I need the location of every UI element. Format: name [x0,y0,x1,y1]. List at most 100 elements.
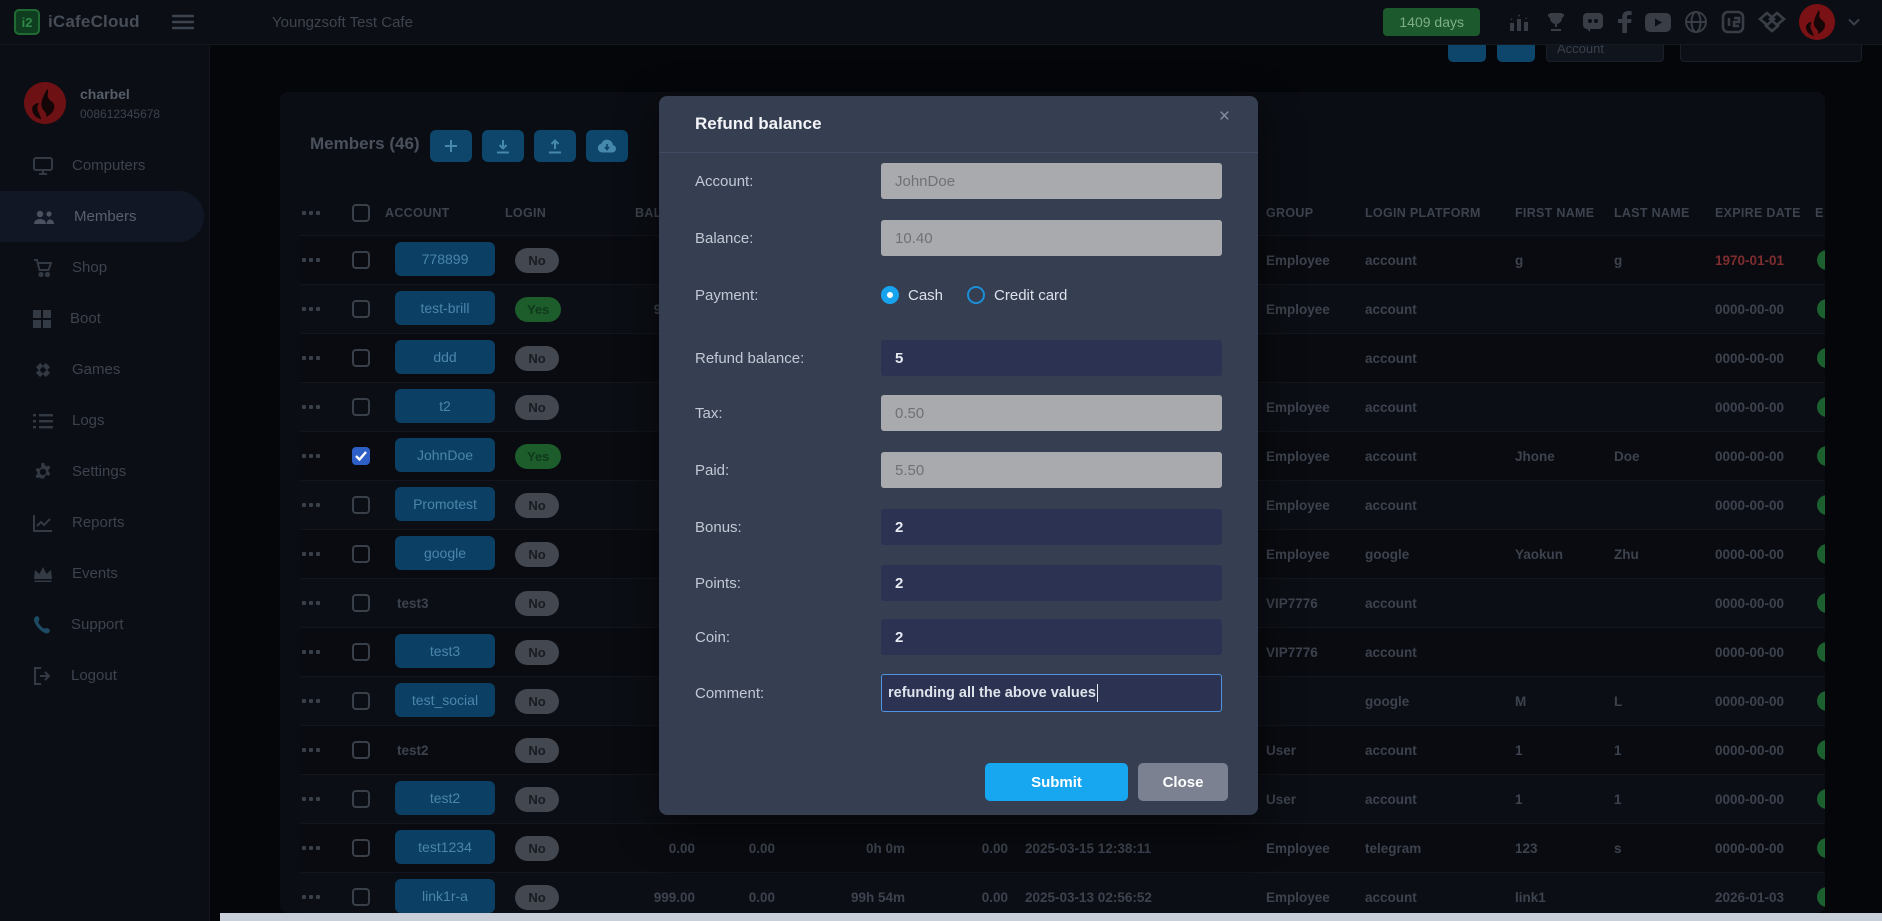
coin-field[interactable] [881,619,1222,655]
row-menu-icon[interactable] [302,211,340,215]
account-button[interactable]: link1r-a [395,878,495,913]
account-button[interactable]: 778899 [395,241,495,276]
account-button[interactable]: test-brill [395,290,495,325]
sidebar-item-label: Events [72,565,118,582]
account-field [881,163,1222,199]
row-checkbox-cell [340,692,385,710]
horizontal-scrollbar[interactable] [220,913,1882,921]
account-button[interactable]: test2 [395,780,495,815]
row-checkbox[interactable] [352,839,370,857]
sidebar-item-settings[interactable]: Settings [0,446,210,497]
export-button[interactable] [534,130,576,162]
youtube-icon[interactable] [1645,12,1671,32]
column-header-group: GROUP [1266,206,1314,220]
login-status-badge: No [515,541,559,567]
submit-button[interactable]: Submit [985,763,1128,801]
sidebar-item-computers[interactable]: Computers [0,140,210,191]
sidebar-item-games[interactable]: Games [0,344,210,395]
account-button[interactable]: ddd [395,339,495,374]
account-button[interactable]: t2 [395,388,495,423]
row-checkbox[interactable] [352,790,370,808]
login-status-badge: No [515,737,559,763]
row-checkbox[interactable] [352,643,370,661]
row-checkbox[interactable] [352,594,370,612]
row-checkbox[interactable] [352,300,370,318]
facebook-icon[interactable] [1618,11,1632,33]
row-menu-icon[interactable] [302,650,340,654]
bonus-field[interactable] [881,509,1222,545]
row-checkbox[interactable] [352,398,370,416]
refund-balance-field[interactable] [881,340,1222,376]
expire-date-cell: 0000-00-00 [1715,546,1785,562]
points-field[interactable] [881,565,1222,601]
row-menu-icon[interactable] [302,258,340,262]
user-name: charbel [80,85,130,102]
account-button[interactable]: test_social [395,682,495,717]
row-checkbox[interactable] [352,447,370,465]
sidebar-item-support[interactable]: Support [0,599,210,650]
row-menu-icon[interactable] [302,895,340,899]
last-name-cell: Doe [1614,448,1640,464]
comment-field[interactable]: refunding all the above values [881,674,1222,712]
first-name-cell: 123 [1515,840,1538,856]
row-menu-icon[interactable] [302,552,340,556]
header-checkbox-cell[interactable] [340,204,385,222]
chevron-down-icon[interactable] [1848,18,1860,26]
sidebar-item-events[interactable]: Events [0,548,210,599]
icafecloud-mini-icon[interactable] [1721,10,1745,34]
import-button[interactable] [482,130,524,162]
login-cell: No [505,590,575,616]
credit-card-radio[interactable] [967,286,986,304]
login-status-badge: No [515,492,559,518]
row-menu-icon[interactable] [302,356,340,360]
ranking-icon[interactable] [1507,10,1531,34]
group-cell: Employee [1266,399,1330,415]
row-menu-icon[interactable] [302,601,340,605]
sidebar-item-members[interactable]: Members [0,191,204,242]
account-button[interactable]: google [395,535,495,570]
row-menu-icon[interactable] [302,503,340,507]
close-icon[interactable]: × [1219,106,1230,128]
account-button[interactable]: Promotest [395,486,495,521]
sidebar-item-logs[interactable]: Logs [0,395,210,446]
row-menu-icon[interactable] [302,699,340,703]
row-checkbox[interactable] [352,888,370,906]
row-menu-icon[interactable] [302,748,340,752]
add-member-button[interactable] [430,130,472,162]
layers-icon[interactable] [1758,10,1786,34]
row-menu-icon[interactable] [302,405,340,409]
close-button[interactable]: Close [1138,763,1228,801]
row-checkbox[interactable] [352,349,370,367]
discord-icon[interactable] [1581,10,1605,34]
row-checkbox[interactable] [352,251,370,269]
row-menu-icon[interactable] [302,846,340,850]
trophy-icon[interactable] [1544,10,1568,34]
row-menu-icon[interactable] [302,307,340,311]
user-avatar[interactable] [1799,4,1835,40]
sidebar-item-logout[interactable]: Logout [0,650,210,701]
row-checkbox[interactable] [352,204,370,222]
account-button[interactable]: JohnDoe [395,437,495,472]
row-menu-icon[interactable] [302,797,340,801]
account-button[interactable]: test1234 [395,829,495,864]
account-cell: test2 [385,780,505,818]
hamburger-menu-icon[interactable] [172,14,194,30]
cart-icon [33,258,53,277]
group-cell: VIP7776 [1266,644,1318,660]
sidebar-item-boot[interactable]: Boot [0,293,210,344]
cash-radio[interactable] [881,286,899,304]
status-cell [1815,348,1825,368]
account-button[interactable]: test3 [395,633,495,668]
row-checkbox[interactable] [352,496,370,514]
sidebar-item-reports[interactable]: Reports [0,497,210,548]
tax-field [881,395,1222,431]
cloud-download-button[interactable] [586,130,628,162]
row-checkbox[interactable] [352,741,370,759]
login-status-badge: No [515,639,559,665]
sidebar-item-shop[interactable]: Shop [0,242,210,293]
row-menu-icon[interactable] [302,454,340,458]
platform-cell: account [1365,350,1417,366]
row-checkbox[interactable] [352,692,370,710]
globe-icon[interactable] [1684,10,1708,34]
row-checkbox[interactable] [352,545,370,563]
